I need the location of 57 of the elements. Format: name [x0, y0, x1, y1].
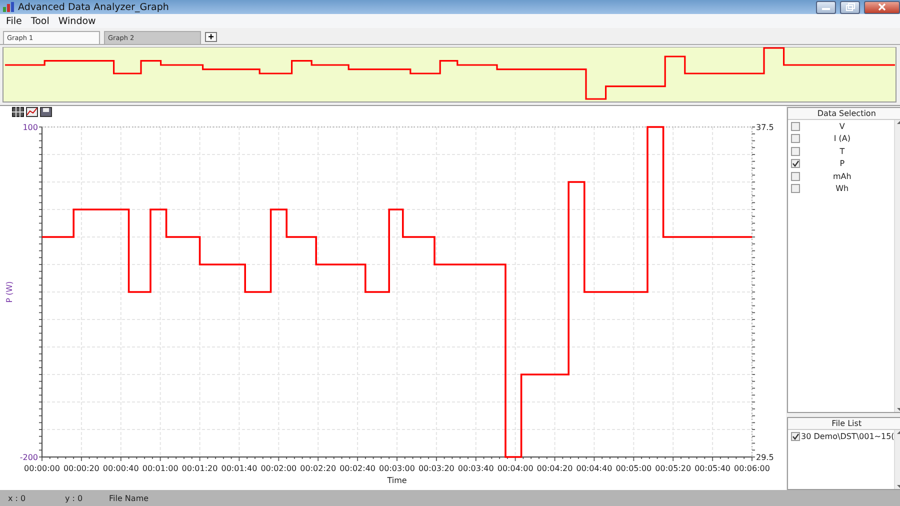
x-tick-label: 00:01:40 [221, 464, 258, 473]
menu-item[interactable]: Tool [30, 16, 50, 26]
x-tick-label: 00:00:20 [63, 464, 100, 473]
list-item-label[interactable]: T [800, 146, 894, 156]
close-button[interactable] [864, 0, 900, 14]
x-tick-label: 00:01:00 [142, 464, 178, 473]
y-tick-label: -200 [20, 453, 38, 462]
y-coordinate: y : 0 [65, 494, 84, 502]
menu-item[interactable]: File [6, 16, 22, 26]
window-title: Advanced Data Analyzer_Graph [18, 2, 169, 12]
panel-header: Data Selection [816, 108, 877, 119]
x-axis-title: Time [387, 476, 407, 485]
x-tick-label: 00:02:40 [340, 464, 376, 473]
file-name-label: File Name [109, 494, 149, 502]
list-item-label[interactable]: I (A) [800, 134, 894, 144]
x-tick-label: 00:01:20 [182, 464, 218, 473]
close-icon [878, 3, 886, 11]
y-tick-label: 100 [22, 123, 38, 132]
list-item-label[interactable]: Wh [800, 184, 894, 194]
right-axis-label: 37.5 [756, 123, 774, 132]
y-axis-title: P (W) [5, 281, 14, 303]
restore-icon [846, 3, 854, 11]
checkbox[interactable] [791, 146, 800, 156]
x-tick-label: 00:02:20 [300, 464, 336, 473]
x-tick-label: 00:05:20 [655, 464, 692, 473]
grid-icon[interactable] [12, 106, 24, 116]
checkbox[interactable] [791, 134, 800, 144]
x-tick-label: 00:04:20 [536, 464, 573, 473]
list-item-label[interactable]: 30 Demo\DST\001~15( [801, 432, 894, 441]
x-tick-label: 00:03:40 [458, 464, 494, 473]
x-coordinate: x : 0 [8, 494, 27, 502]
minimize-button[interactable] [816, 0, 836, 14]
right-axis-label: 29.5 [756, 453, 774, 462]
x-tick-label: 00:05:40 [694, 464, 731, 473]
checkbox[interactable] [791, 159, 800, 168]
checkbox[interactable] [791, 432, 800, 441]
x-tick-label: 00:04:40 [576, 464, 612, 473]
x-tick-label: 00:06:00 [734, 464, 770, 473]
app-icon [3, 2, 14, 12]
x-tick-label: 00:03:00 [379, 464, 415, 473]
list-item-label[interactable]: V [800, 122, 894, 131]
x-tick-label: 00:02:00 [260, 464, 297, 473]
x-tick-label: 00:05:00 [616, 464, 652, 473]
list-item-label[interactable]: P [800, 159, 894, 168]
menu-item[interactable]: Window [58, 16, 96, 26]
list-item-label[interactable]: mAh [800, 172, 894, 181]
x-tick-label: 00:00:40 [102, 464, 139, 473]
checkbox[interactable] [791, 122, 800, 131]
restore-button[interactable] [840, 0, 860, 14]
x-tick-label: 00:00:00 [24, 464, 60, 473]
panel-header: File List [830, 418, 863, 429]
checkbox[interactable] [791, 184, 800, 194]
x-tick-label: 00:03:20 [418, 464, 454, 473]
add-tab-button[interactable]: + [205, 32, 217, 42]
save-icon[interactable] [40, 106, 52, 116]
x-tick-label: 00:04:00 [497, 464, 534, 473]
checkbox[interactable] [791, 172, 800, 181]
